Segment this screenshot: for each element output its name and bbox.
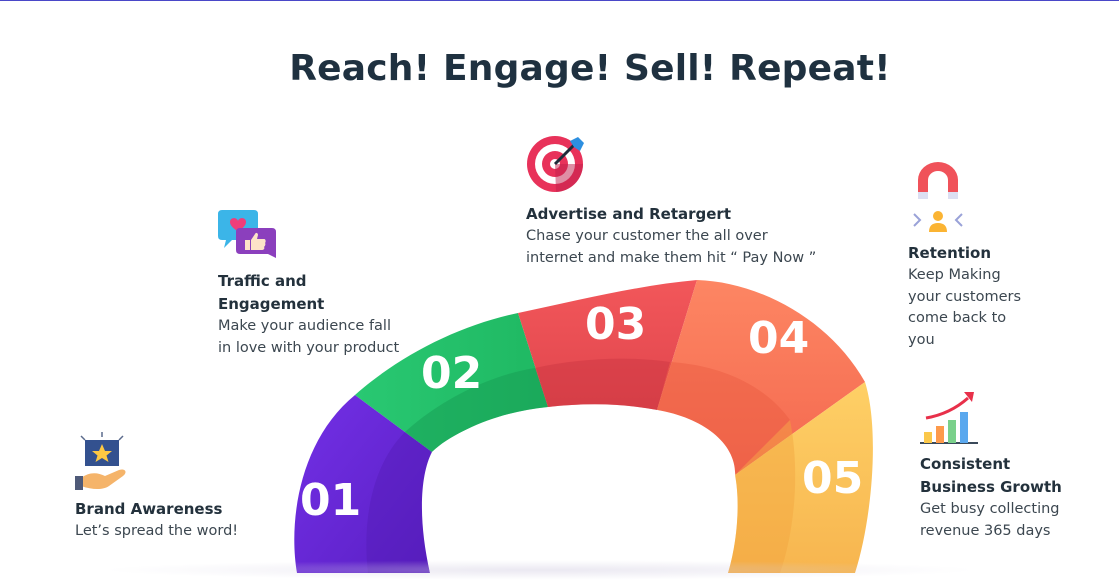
step-04-description-line-2: your customers <box>908 288 1022 305</box>
step-number-02: 02 <box>421 348 482 399</box>
step-02-heading-line-1: Traffic and <box>218 272 307 290</box>
page-title: Reach! Engage! Sell! Repeat! <box>289 48 891 89</box>
step-number-05: 05 <box>802 453 863 504</box>
step-01-heading: Brand Awareness <box>75 500 223 518</box>
step-04-description-line-3: come back to <box>908 310 1007 326</box>
step-03-description-line-1: Chase your customer the all over <box>526 228 768 244</box>
step-02-description-line-1: Make your audience fall <box>218 318 391 334</box>
step-04-description-line-4: you <box>908 331 935 348</box>
magnet-user-icon <box>913 162 963 232</box>
step-04-heading: Retention <box>908 244 992 262</box>
floor-shadow <box>100 560 980 580</box>
growth-chart-icon <box>920 392 978 444</box>
step-04-description-line-1: Keep Making <box>908 267 1001 283</box>
step-card-04: Retention Keep Making your customers com… <box>908 162 1021 351</box>
target-dart-icon <box>527 136 584 192</box>
step-05-heading-line-2: Business Growth <box>920 478 1062 496</box>
step-card-03: Advertise and Retargert Chase your custo… <box>526 135 816 269</box>
chat-like-icon <box>218 210 276 258</box>
segment-03-inner-shade <box>535 358 670 410</box>
step-03-heading: Advertise and Retargert <box>526 205 731 223</box>
step-05-description-line-2: revenue 365 days <box>920 522 1051 539</box>
step-02-heading-line-2: Engagement <box>218 295 325 313</box>
ring-center-hole <box>421 406 736 573</box>
step-05-description-line-1: Get busy collecting <box>920 501 1060 517</box>
step-03-description-line-2: internet and make them hit “ Pay Now ” <box>526 249 817 266</box>
step-01-description: Let’s spread the word! <box>75 523 239 539</box>
hand-star-icon <box>75 432 126 490</box>
step-number-04: 04 <box>748 313 809 364</box>
top-border-line <box>0 0 1119 1</box>
step-02-description-line-2: in love with your product <box>218 339 400 356</box>
step-card-01: Brand Awareness Let’s spread the word! <box>75 432 238 543</box>
step-card-02: Traffic and Engagement Make your audienc… <box>218 210 399 359</box>
step-number-01: 01 <box>300 475 361 526</box>
step-05-heading-line-1: Consistent <box>920 455 1011 473</box>
step-number-03: 03 <box>585 299 646 350</box>
step-card-05: Consistent Business Growth Get busy coll… <box>920 390 1062 542</box>
